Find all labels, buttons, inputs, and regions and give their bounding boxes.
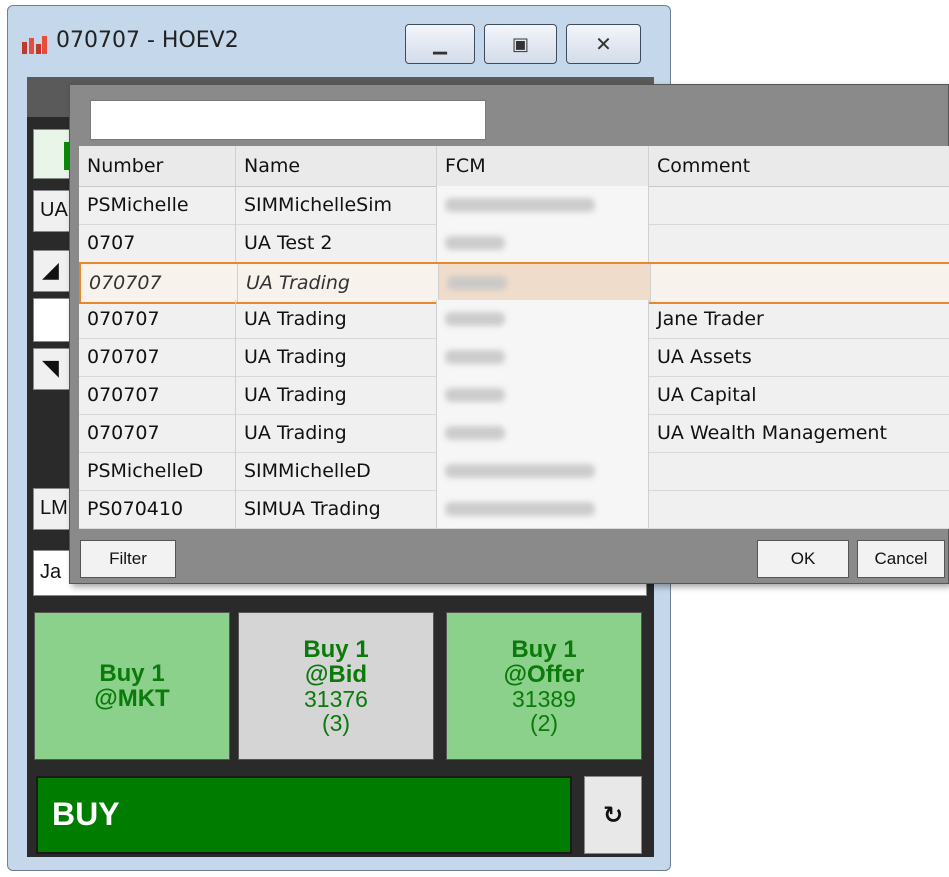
cell-comment: UA Assets xyxy=(657,346,752,368)
order-qty: (2) xyxy=(529,710,559,737)
column-header-name[interactable]: Name xyxy=(236,146,437,186)
window-title: 070707 - HOEV2 xyxy=(56,28,239,53)
column-header-number[interactable]: Number xyxy=(79,146,236,186)
cell-fcm xyxy=(437,376,649,414)
redacted-value xyxy=(447,276,507,290)
table-row[interactable]: 070707 UA Trading UA Assets xyxy=(79,338,949,377)
buy-bar[interactable]: BUY xyxy=(36,776,572,854)
buy-offer-button[interactable]: Buy 1 @Offer 31389 (2) xyxy=(446,612,642,760)
minimize-icon: ▁ xyxy=(433,33,447,55)
table-row[interactable]: PSMichelleD SIMMichelleD xyxy=(79,452,949,491)
buy-mkt-button[interactable]: Buy 1 @MKT xyxy=(34,612,230,760)
redacted-value xyxy=(445,426,505,440)
table-row[interactable]: PSMichelle SIMMichelleSim xyxy=(79,186,949,225)
cell-name: UA Trading xyxy=(236,376,437,414)
cell-comment: UA Capital xyxy=(657,384,757,406)
table-header: Number Name FCM Comment xyxy=(79,146,949,187)
cell-name: SIMMichelleSim xyxy=(236,186,437,224)
cell-name: SIMUA Trading xyxy=(236,490,437,528)
cell-comment xyxy=(649,490,949,528)
buy-label: BUY xyxy=(52,796,120,832)
cell-fcm xyxy=(437,300,649,338)
table-row[interactable]: 070707 UA Trading xyxy=(79,262,949,304)
table-row[interactable]: PS070410 SIMUA Trading xyxy=(79,490,949,529)
cell-fcm xyxy=(437,452,649,490)
cell-name: UA Trading xyxy=(236,338,437,376)
cell-comment xyxy=(651,264,949,302)
cancel-button[interactable]: Cancel xyxy=(857,540,945,578)
redacted-value xyxy=(445,502,595,516)
cell-number: 070707 xyxy=(79,300,236,338)
order-price: 31389 xyxy=(512,686,576,713)
cell-number: 070707 xyxy=(79,414,236,452)
cell-fcm xyxy=(437,338,649,376)
cell-name: UA Test 2 xyxy=(236,224,437,262)
column-header-comment[interactable]: Comment xyxy=(649,146,949,186)
order-line1: Buy 1 xyxy=(511,635,577,663)
cell-name: UA Trading xyxy=(238,264,439,302)
redacted-value xyxy=(445,236,505,250)
redacted-value xyxy=(445,198,595,212)
cell-comment xyxy=(649,452,949,490)
cell-name: SIMMichelleD xyxy=(236,452,437,490)
search-input[interactable] xyxy=(90,100,486,140)
up-arrow-icon: ◢ xyxy=(42,257,59,282)
cell-number: 0707 xyxy=(79,224,236,262)
filter-button[interactable]: Filter xyxy=(80,540,176,578)
order-line1: Buy 1 xyxy=(303,635,369,663)
order-line2: @Bid xyxy=(304,660,368,688)
cell-number: 070707 xyxy=(79,376,236,414)
cell-comment: UA Wealth Management xyxy=(657,422,887,444)
cell-number: PSMichelleD xyxy=(79,452,236,490)
cell-fcm xyxy=(437,224,649,262)
table-row[interactable]: 070707 UA Trading UA Wealth Management xyxy=(79,414,949,453)
ok-button[interactable]: OK xyxy=(757,540,849,578)
buy-bid-button[interactable]: Buy 1 @Bid 31376 (3) xyxy=(238,612,434,760)
down-arrow-icon: ◥ xyxy=(42,355,59,380)
redacted-value xyxy=(445,350,505,364)
refresh-icon: ↻ xyxy=(602,801,624,829)
cell-number: PSMichelle xyxy=(79,186,236,224)
cell-fcm xyxy=(437,490,649,528)
maximize-icon: ▣ xyxy=(511,33,529,55)
cell-name: UA Trading xyxy=(236,300,437,338)
table-row[interactable]: 070707 UA Trading Jane Trader xyxy=(79,300,949,339)
table-row[interactable]: 0707 UA Test 2 xyxy=(79,224,949,263)
order-price: 31376 xyxy=(304,686,368,713)
refresh-button[interactable]: ↻ xyxy=(584,776,642,854)
close-button[interactable]: ✕ xyxy=(566,24,641,64)
cell-comment: Jane Trader xyxy=(657,308,764,330)
cell-comment xyxy=(649,224,949,262)
cell-fcm xyxy=(439,264,651,302)
redacted-value xyxy=(445,388,505,402)
order-qty: (3) xyxy=(321,710,351,737)
column-header-fcm[interactable]: FCM xyxy=(437,146,649,186)
table-row[interactable]: 070707 UA Trading UA Capital xyxy=(79,376,949,415)
order-line2: @MKT xyxy=(94,685,170,712)
cell-name: UA Trading xyxy=(236,414,437,452)
close-icon: ✕ xyxy=(595,32,612,56)
cell-number: PS070410 xyxy=(79,490,236,528)
redacted-value xyxy=(445,312,505,326)
order-line2: @Offer xyxy=(503,660,585,688)
cell-number: 070707 xyxy=(81,264,238,302)
redacted-value xyxy=(445,464,595,478)
cell-fcm xyxy=(437,186,649,224)
minimize-button[interactable]: ▁ xyxy=(405,24,475,64)
maximize-button[interactable]: ▣ xyxy=(484,24,557,64)
cell-number: 070707 xyxy=(79,338,236,376)
account-table: Number Name FCM Comment PSMichelle SIMMic… xyxy=(79,146,949,529)
app-icon xyxy=(22,34,48,56)
order-line1: Buy 1 xyxy=(99,659,165,687)
cell-comment xyxy=(649,186,949,224)
cell-fcm xyxy=(437,414,649,452)
